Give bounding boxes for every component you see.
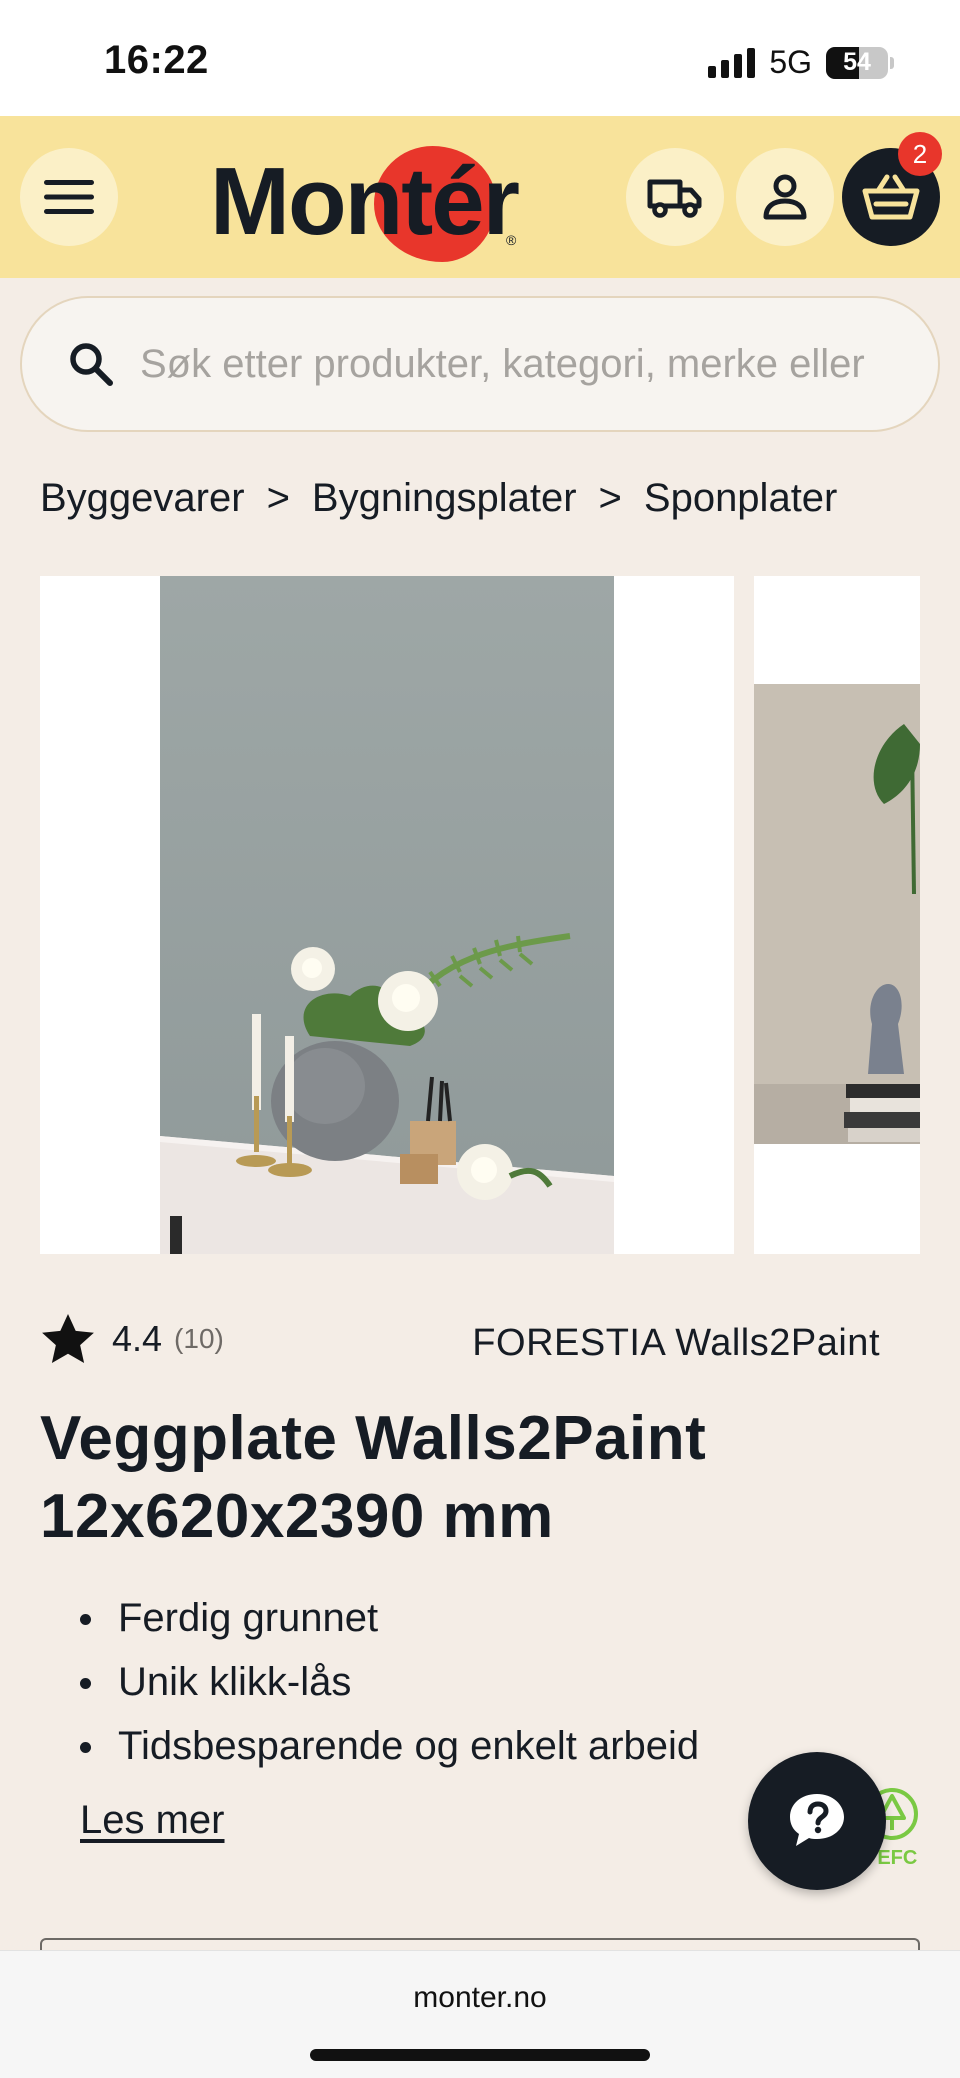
cart-button[interactable]: 2 — [842, 132, 942, 246]
breadcrumb: Byggevarer > Bygningsplater > Sponplater — [40, 476, 837, 521]
question-icon — [790, 1794, 844, 1846]
network-type: 5G — [769, 44, 812, 80]
breadcrumb-item-sponplater[interactable]: Sponplater — [644, 476, 837, 521]
product-image-carousel[interactable] — [40, 576, 920, 1254]
breadcrumb-item-bygningsplater[interactable]: Bygningsplater — [312, 476, 577, 521]
read-more-link[interactable]: Les mer — [80, 1798, 225, 1843]
battery-icon: 54 — [826, 46, 888, 79]
product-photo — [160, 576, 614, 1254]
help-chat-button[interactable] — [748, 1752, 886, 1890]
rating-value: 4.4 — [112, 1318, 163, 1359]
search-input[interactable] — [140, 341, 920, 387]
star-icon — [42, 1314, 94, 1364]
status-bar: 16:22 5G 54 — [0, 0, 960, 116]
feature-item: Tidsbesparende og enkelt arbeid — [80, 1714, 699, 1778]
account-button[interactable] — [736, 148, 834, 246]
breadcrumb-separator: > — [266, 476, 290, 520]
product-features: Ferdig grunnet Unik klikk-lås Tidsbespar… — [80, 1586, 699, 1778]
breadcrumb-separator: > — [598, 476, 622, 520]
menu-button[interactable] — [20, 148, 118, 246]
status-indicators: 5G 54 — [708, 44, 894, 81]
product-rating[interactable]: 4.4 (10) — [40, 1312, 224, 1366]
delivery-button[interactable] — [626, 148, 724, 246]
status-time: 16:22 — [104, 38, 209, 82]
product-photo-next — [754, 684, 920, 1144]
battery-tip — [890, 56, 894, 69]
feature-item: Ferdig grunnet — [80, 1586, 699, 1650]
breadcrumb-item-byggevarer[interactable]: Byggevarer — [40, 476, 245, 521]
product-brand[interactable]: FORESTIA Walls2Paint — [472, 1322, 880, 1365]
user-icon — [763, 174, 807, 220]
product-title: Veggplate Walls2Paint 12x620x2390 mm — [40, 1404, 707, 1551]
site-header: Montér ® 2 — [0, 116, 960, 278]
signal-icon — [708, 47, 756, 78]
logo-text: Montér — [210, 148, 520, 255]
basket-icon — [862, 174, 920, 220]
cart-count-badge: 2 — [898, 132, 942, 176]
url-text[interactable]: monter.no — [0, 1981, 960, 2015]
search-bar[interactable] — [20, 296, 940, 432]
review-count: (10) — [174, 1323, 224, 1354]
search-icon — [70, 343, 113, 386]
hamburger-icon — [44, 180, 94, 214]
battery-percent: 54 — [843, 48, 871, 76]
monter-logo[interactable]: Montér ® — [210, 138, 530, 262]
carousel-slide-next[interactable] — [754, 576, 920, 1254]
home-indicator[interactable] — [310, 2049, 650, 2061]
browser-address-bar[interactable]: monter.no — [0, 1950, 960, 2078]
feature-item: Unik klikk-lås — [80, 1650, 699, 1714]
truck-icon — [647, 179, 702, 218]
carousel-slide-current[interactable] — [40, 576, 734, 1254]
logo-registered-mark: ® — [506, 232, 517, 248]
